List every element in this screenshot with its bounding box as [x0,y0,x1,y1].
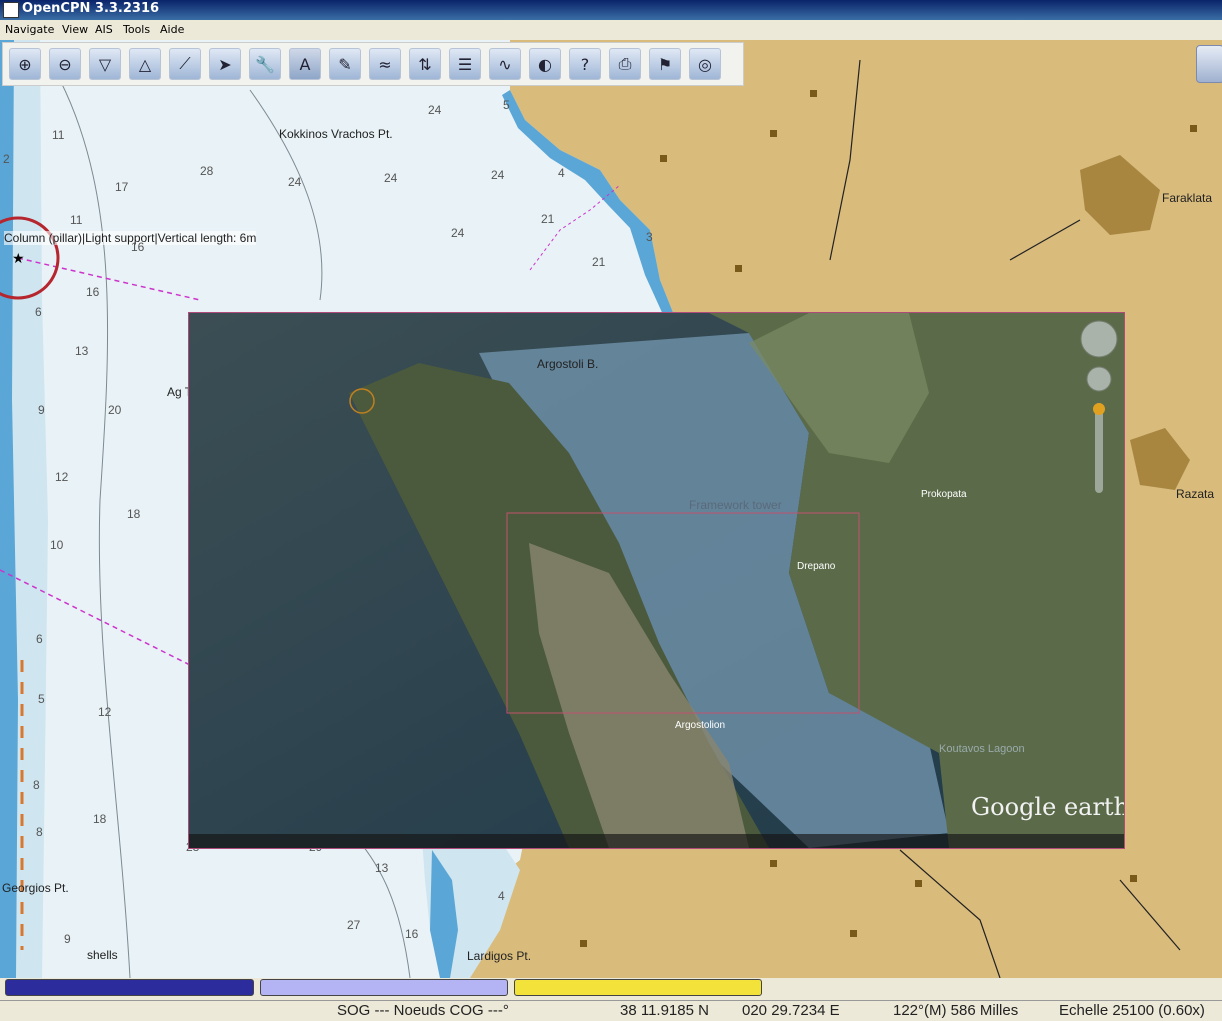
scale-down-icon[interactable]: ▽ [89,48,121,80]
menu-tools[interactable]: Tools [123,23,150,36]
settings-icon[interactable]: 🔧 [249,48,281,80]
mob-icon[interactable]: ◎ [689,48,721,80]
menu-view[interactable]: View [62,23,88,36]
print-icon[interactable]: ⎙ [609,48,641,80]
sounding: 24 [288,175,302,189]
compass-icon[interactable] [1196,45,1222,83]
label-razata: Razata [1176,487,1215,501]
sog-cog: SOG --- Noeuds COG ---° [337,1002,509,1019]
sounding: 17 [115,180,129,194]
ge-label-argostolion: Argostolion [675,720,726,731]
help-icon[interactable]: ? [569,48,601,80]
menu-ais[interactable]: AIS [95,23,113,36]
sounding: 10 [50,538,64,552]
sounding: 24 [428,103,442,117]
label-lardigos: Lardigos Pt. [467,949,532,963]
ais-icon[interactable]: ⚑ [649,48,681,80]
svg-text:★: ★ [12,251,25,267]
menu-bar: Navigate View AIS Tools Aide [0,20,1222,40]
ge-label-argostoli-bay: Argostoli B. [537,357,599,371]
sounding: 18 [127,507,141,521]
sounding: 18 [93,812,107,826]
label-georgios: Georgios Pt. [2,881,69,895]
zoom-out-icon[interactable]: ⊖ [49,48,81,80]
label-faraklata: Faraklata [1162,191,1213,205]
sounding: 4 [498,889,505,903]
sounding: 27 [347,918,361,932]
google-earth-overlay[interactable]: Argostoli B. Framework tower Drepano Pro… [188,312,1125,849]
zoom-in-icon[interactable]: ⊕ [9,48,41,80]
main-toolbar: ⊕ ⊖ ▽ △ ⟋ ➤ 🔧 A ✎ ≈ ⇅ ☰ ∿ ◐ ? ⎙ ⚑ ◎ [2,42,744,86]
chart-bar-2[interactable] [260,979,508,996]
app-icon [3,2,19,18]
color-scheme-icon[interactable]: ◐ [529,48,561,80]
sounding: 16 [405,927,419,941]
sounding: 28 [200,164,214,178]
chart-canvas[interactable]: ★ Kokkinos Vrachos Pt. Column (pillar)|L… [0,40,1222,978]
google-earth-logo: Google earth [971,793,1125,821]
auto-follow-icon[interactable]: ➤ [209,48,241,80]
sounding: 8 [33,778,40,792]
sounding: 12 [55,470,69,484]
sounding: 5 [503,98,510,112]
sounding: 16 [86,285,100,299]
ge-status-strip [189,834,1124,848]
scale: Echelle 25100 (0.60x) [1059,1002,1205,1019]
sounding: 9 [38,403,45,417]
sounding: 24 [384,171,398,185]
sounding: 6 [35,305,42,319]
ge-label-drepano: Drepano [797,561,836,572]
window-title: OpenCPN 3.3.2316 [22,1,160,16]
label-kokkinos: Kokkinos Vrachos Pt. [279,127,393,141]
sounding: 24 [451,226,465,240]
label-shells: shells [87,948,118,962]
longitude: 020 29.7234 E [742,1002,840,1019]
sounding: 21 [592,255,606,269]
sounding: 11 [70,213,83,227]
bearing-distance: 122°(M) 586 Milles [893,1002,1019,1019]
ge-label-prokopata: Prokopata [921,489,967,500]
menu-navigate[interactable]: Navigate [5,23,54,36]
ge-label-koutavos: Koutavos Lagoon [939,743,1025,755]
sounding: 13 [75,344,89,358]
text-icon[interactable]: A [289,48,321,80]
satellite-image [189,313,1124,848]
sounding: 16 [131,240,145,254]
sounding: 20 [108,403,122,417]
latitude: 38 11.9185 N [620,1002,709,1019]
menu-aide[interactable]: Aide [160,23,184,36]
ge-label-framework: Framework tower [689,498,782,512]
scale-up-icon[interactable]: △ [129,48,161,80]
sounding: 6 [36,632,43,646]
sounding: 3 [646,230,653,244]
chart-bar-3[interactable] [514,979,762,996]
current-icon[interactable]: ✎ [329,48,361,80]
sounding: 4 [558,166,565,180]
tides-icon[interactable]: ≈ [369,48,401,80]
status-bar: SOG --- Noeuds COG ---° 38 11.9185 N 020… [0,1000,1222,1021]
route-icon[interactable]: ⟋ [169,48,201,80]
sounding: 5 [38,692,45,706]
track-icon[interactable]: ∿ [489,48,521,80]
sounding: 8 [36,825,43,839]
sounding: 11 [52,128,65,142]
sounding: 2 [3,152,10,166]
sounding: 13 [375,861,389,875]
window-titlebar: OpenCPN 3.3.2316 [0,0,1222,20]
chart-bar-1[interactable] [5,979,254,996]
route-manager-icon[interactable]: ☰ [449,48,481,80]
sounding: 21 [541,212,555,226]
sounding: 9 [64,932,71,946]
sounding: 24 [491,168,505,182]
currents-icon[interactable]: ⇅ [409,48,441,80]
sounding: 12 [98,705,112,719]
